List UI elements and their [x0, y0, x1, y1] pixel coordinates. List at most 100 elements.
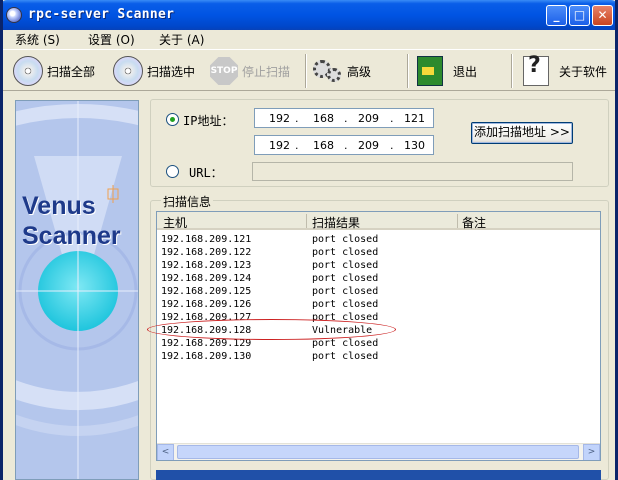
ip-dot: . — [295, 112, 299, 125]
ip-dot: . — [344, 139, 348, 152]
cd-icon — [13, 56, 43, 86]
add-scan-address-button[interactable]: 添加扫描地址 >> — [471, 122, 573, 144]
exit-label: 退出 — [453, 64, 478, 79]
result-cell: port closed — [312, 338, 379, 349]
column-note[interactable]: 备注 — [462, 214, 486, 231]
ip-dot: . — [390, 112, 394, 125]
host-cell: 192.168.209.130 — [161, 351, 252, 362]
menu-about[interactable]: 关于 (A) — [159, 31, 204, 48]
status-bar — [156, 470, 601, 480]
scroll-right-button[interactable]: > — [583, 444, 600, 460]
results-list[interactable]: 主机 扫描结果 备注 192.168.209.121 port closed 19… — [156, 211, 601, 461]
scan-all-button[interactable]: 扫描全部 — [13, 54, 95, 88]
title-bar[interactable]: rpc-server Scanner _ □ ✕ — [3, 0, 615, 30]
table-row[interactable]: 192.168.209.125 port closed — [157, 285, 600, 298]
result-cell: Vulnerable — [312, 325, 373, 336]
table-row[interactable]: 192.168.209.126 port closed — [157, 298, 600, 311]
host-cell: 192.168.209.123 — [161, 260, 252, 271]
url-radio-label: URL： — [189, 166, 223, 180]
result-cell: port closed — [312, 351, 379, 362]
list-header: 主机 扫描结果 备注 — [157, 212, 600, 231]
advanced-button[interactable]: 高级 — [313, 54, 371, 88]
app-icon — [6, 7, 22, 23]
table-row[interactable]: 192.168.209.124 port closed — [157, 272, 600, 285]
cd-icon — [113, 56, 143, 86]
host-cell: 192.168.209.129 — [161, 338, 252, 349]
start-ip-input[interactable]: 192 . 168 . 209 . 121 — [254, 108, 434, 128]
scroll-left-button[interactable]: < — [157, 444, 174, 460]
scan-selected-button[interactable]: 扫描选中 — [113, 54, 195, 88]
ip-dot: . — [344, 112, 348, 125]
venus-graphic — [16, 101, 138, 479]
host-cell: 192.168.209.127 — [161, 312, 252, 323]
horizontal-scrollbar[interactable]: < > — [157, 443, 600, 460]
column-divider[interactable] — [457, 214, 458, 228]
stop-scan-label: 停止扫描 — [242, 64, 291, 79]
url-radio[interactable] — [166, 165, 179, 178]
column-divider[interactable] — [306, 214, 307, 228]
result-cell: port closed — [312, 273, 379, 284]
ip-octet[interactable]: 209 — [358, 112, 379, 125]
exit-button[interactable]: 退出 — [417, 54, 477, 88]
ip-octet[interactable]: 168 — [313, 112, 334, 125]
ip-octet[interactable]: 192 — [269, 112, 290, 125]
ip-octet[interactable]: 130 — [404, 139, 425, 152]
help-icon — [523, 53, 549, 86]
result-cell: port closed — [312, 260, 379, 271]
host-cell: 192.168.209.122 — [161, 247, 252, 258]
ip-octet[interactable]: 168 — [313, 139, 334, 152]
scroll-thumb[interactable] — [177, 445, 579, 459]
table-row[interactable]: 192.168.209.128 Vulnerable — [157, 324, 600, 337]
scan-info-label: 扫描信息 — [161, 193, 214, 210]
menu-system[interactable]: 系统 (S) — [15, 31, 60, 48]
toolbar-separator — [407, 54, 409, 88]
logo-text: Venus Scanner — [22, 191, 121, 251]
scan-all-label: 扫描全部 — [47, 64, 96, 79]
host-cell: 192.168.209.126 — [161, 299, 252, 310]
table-row[interactable]: 192.168.209.129 port closed — [157, 337, 600, 350]
column-host[interactable]: 主机 — [163, 214, 187, 231]
host-cell: 192.168.209.125 — [161, 286, 252, 297]
stop-scan-button[interactable]: STOP 停止扫描 — [210, 54, 290, 88]
host-cell: 192.168.209.121 — [161, 234, 252, 245]
about-software-button[interactable]: 关于软件 — [523, 53, 607, 88]
ip-radio-label: IP地址： — [183, 114, 234, 128]
scan-selected-label: 扫描选中 — [147, 64, 196, 79]
host-cell: 192.168.209.128 — [161, 325, 252, 336]
host-cell: 192.168.209.124 — [161, 273, 252, 284]
stop-icon: STOP — [210, 57, 238, 85]
ip-dot: . — [390, 139, 394, 152]
result-cell: port closed — [312, 299, 379, 310]
ip-radio[interactable] — [166, 113, 179, 126]
result-rows: 192.168.209.121 port closed 192.168.209.1… — [157, 233, 600, 363]
sidebar-logo-panel: Venus Scanner — [15, 100, 139, 480]
close-button[interactable]: ✕ — [592, 5, 613, 26]
ip-dot: . — [295, 139, 299, 152]
end-ip-input[interactable]: 192 . 168 . 209 . 130 — [254, 135, 434, 155]
exit-door-icon — [417, 56, 443, 86]
window-title: rpc-server Scanner — [28, 7, 175, 22]
table-row[interactable]: 192.168.209.130 port closed — [157, 350, 600, 363]
table-row[interactable]: 192.168.209.121 port closed — [157, 233, 600, 246]
result-cell: port closed — [312, 234, 379, 245]
result-cell: port closed — [312, 286, 379, 297]
toolbar-separator — [305, 54, 307, 88]
ip-octet[interactable]: 209 — [358, 139, 379, 152]
ip-octet[interactable]: 121 — [404, 112, 425, 125]
minimize-button[interactable]: _ — [546, 5, 567, 26]
table-row[interactable]: 192.168.209.127 port closed — [157, 311, 600, 324]
url-input[interactable] — [252, 162, 573, 181]
result-cell: port closed — [312, 312, 379, 323]
toolbar: 扫描全部 扫描选中 STOP 停止扫描 高级 退出 关于软件 — [3, 49, 615, 91]
logo-line-venus: Venus — [22, 192, 96, 220]
result-cell: port closed — [312, 247, 379, 258]
table-row[interactable]: 192.168.209.123 port closed — [157, 259, 600, 272]
ip-octet[interactable]: 192 — [269, 139, 290, 152]
column-result[interactable]: 扫描结果 — [312, 214, 360, 231]
logo-line-scanner: Scanner — [22, 222, 121, 250]
advanced-label: 高级 — [347, 64, 372, 79]
app-window: rpc-server Scanner _ □ ✕ 系统 (S) 设置 (O) 关… — [0, 0, 618, 480]
menu-settings[interactable]: 设置 (O) — [88, 31, 135, 48]
maximize-button[interactable]: □ — [569, 5, 590, 26]
table-row[interactable]: 192.168.209.122 port closed — [157, 246, 600, 259]
